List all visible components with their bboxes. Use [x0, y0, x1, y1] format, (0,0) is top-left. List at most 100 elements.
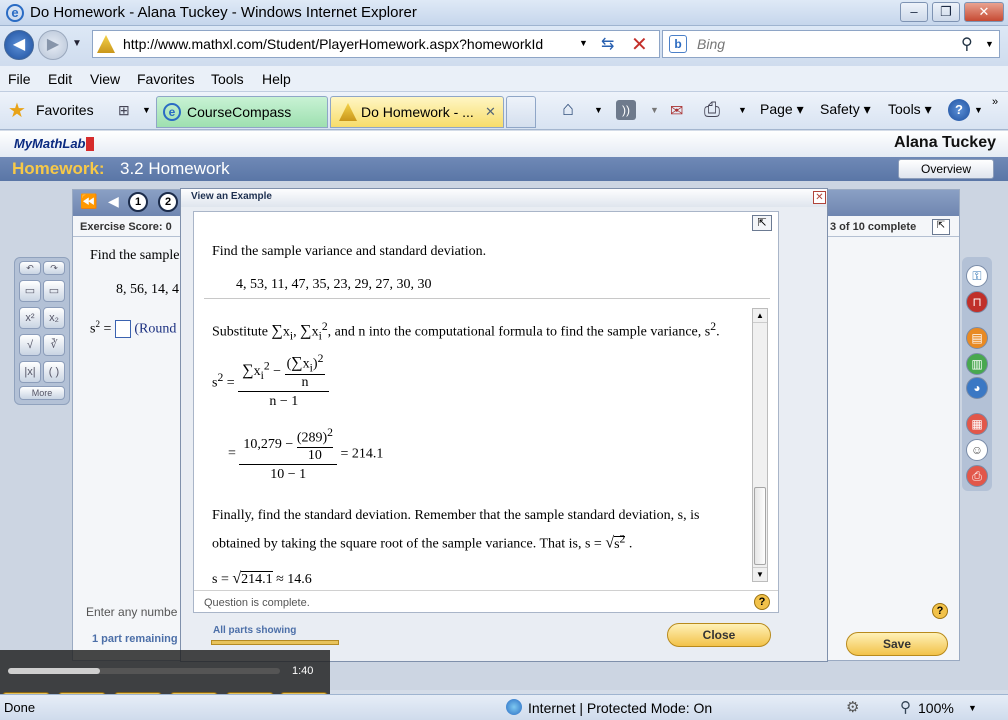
example-popout-icon[interactable]: ⇱	[752, 215, 772, 231]
sidebar-printer-icon[interactable]: ⎙	[966, 465, 988, 487]
print-icon[interactable]: ⎙	[704, 99, 720, 122]
tab-label: CourseCompass	[187, 104, 292, 120]
scroll-thumb[interactable]	[754, 487, 766, 565]
part-2-icon[interactable]: 2	[158, 192, 178, 212]
scroll-up-icon[interactable]: ▲	[753, 309, 767, 323]
close-tab-icon[interactable]: ✕	[485, 97, 496, 127]
example-help-icon[interactable]: ?	[754, 594, 770, 610]
print-dropdown-icon[interactable]: ▼	[738, 105, 747, 115]
menu-view[interactable]: View	[90, 71, 120, 87]
new-tab-button[interactable]	[506, 96, 536, 128]
compatibility-icon[interactable]: ⇆	[601, 34, 614, 54]
address-dropdown-icon[interactable]: ▼	[579, 38, 588, 48]
previous-question-icon[interactable]: ◀	[108, 193, 119, 210]
feeds-icon[interactable]: ))	[616, 100, 636, 120]
address-bar[interactable]: http://www.mathxl.com/Student/PlayerHome…	[92, 30, 660, 58]
search-icon[interactable]: ⚲	[961, 34, 973, 54]
menu-edit[interactable]: Edit	[48, 71, 72, 87]
example-scrollbar[interactable]: ▲ ▼	[752, 308, 768, 582]
security-zone[interactable]: Internet | Protected Mode: On	[528, 700, 712, 716]
close-button[interactable]: Close	[667, 623, 771, 647]
url-text[interactable]: http://www.mathxl.com/Student/PlayerHome…	[123, 36, 593, 52]
status-text: Done	[4, 700, 36, 715]
safety-menu-label: Safety	[820, 101, 860, 117]
forward-button[interactable]: ▶	[38, 30, 68, 60]
stop-icon[interactable]: ✕	[631, 32, 648, 57]
brand-logo-mark	[86, 137, 94, 151]
help-dropdown-icon[interactable]: ▼	[974, 105, 983, 115]
example-close-icon[interactable]: ✕	[813, 191, 826, 204]
search-input[interactable]: Bing	[697, 36, 725, 52]
back-button[interactable]: ◀	[4, 30, 34, 60]
video-icon[interactable]: ▥	[966, 353, 988, 375]
home-dropdown-icon[interactable]: ▼	[594, 105, 603, 115]
favorites-button[interactable]: Favorites	[36, 102, 94, 118]
protected-mode-icon[interactable]: ⚙	[846, 698, 859, 716]
help-icon[interactable]: ?	[948, 99, 970, 121]
absolute-value-palette-icon[interactable]: |x|	[19, 361, 41, 383]
exponent-palette-icon[interactable]: x²	[19, 307, 41, 329]
home-icon[interactable]: ⌂	[562, 98, 574, 121]
nth-root-palette-icon[interactable]: ∛	[43, 334, 65, 356]
question-complete-text: Question is complete.	[204, 597, 310, 609]
favorites-star-icon[interactable]: ★	[8, 98, 26, 123]
tools-menu[interactable]: Tools ▾	[888, 101, 932, 118]
bing-icon: b	[669, 35, 687, 53]
question-stem: Find the sample	[90, 248, 180, 263]
search-dropdown-icon[interactable]: ▼	[985, 39, 994, 49]
formula-n: n	[284, 374, 326, 391]
menu-help[interactable]: Help	[262, 71, 291, 87]
close-window-button[interactable]: ✕	[964, 2, 1004, 22]
key-icon[interactable]: ⚿	[966, 265, 988, 287]
part-1-icon[interactable]: 1	[128, 192, 148, 212]
scroll-down-icon[interactable]: ▼	[753, 567, 767, 581]
overview-button[interactable]: Overview	[898, 159, 994, 179]
page-menu-label: Page	[760, 101, 793, 117]
calc-n: 10	[296, 446, 333, 464]
quick-tabs-icon[interactable]: ⊞	[118, 102, 130, 119]
tab-list-dropdown-icon[interactable]: ▼	[142, 105, 151, 115]
animation-icon[interactable]: ◕	[966, 377, 988, 399]
calc-sum-squares: 10,279 −	[243, 437, 294, 453]
feeds-dropdown-icon[interactable]: ▼	[650, 105, 659, 115]
sidebar-instructor-icon[interactable]: ☺	[966, 439, 988, 461]
tab-do-homework[interactable]: Do Homework - ... ✕	[330, 96, 504, 128]
menu-file[interactable]: File	[8, 71, 31, 87]
mixed-number-palette-icon[interactable]: ▭	[43, 280, 65, 302]
parentheses-palette-icon[interactable]: ( )	[43, 361, 65, 383]
tab-coursecompass[interactable]: e CourseCompass	[156, 96, 328, 128]
formula-denominator: n − 1	[238, 391, 330, 410]
seek-progress	[8, 668, 100, 674]
answer-input[interactable]	[114, 320, 131, 339]
mail-icon[interactable]: ✉	[670, 101, 683, 121]
safety-menu[interactable]: Safety ▾	[820, 101, 871, 118]
subscript-palette-icon[interactable]: x₂	[43, 307, 65, 329]
tools-menu-label: Tools	[888, 101, 921, 117]
final-text-2: obtained by taking the square root of th…	[212, 536, 602, 552]
zoom-level[interactable]: 100%	[918, 700, 954, 716]
sqrt-palette-icon[interactable]: √	[19, 334, 41, 356]
redo-palette-icon[interactable]: ↷	[43, 261, 65, 275]
zoom-icon[interactable]: ⚲	[900, 698, 911, 716]
maximize-button[interactable]: ❐	[932, 2, 960, 22]
undo-palette-icon[interactable]: ↶	[19, 261, 41, 275]
final-text-1: Finally, find the standard deviation. Re…	[212, 508, 700, 523]
zoom-dropdown-icon[interactable]: ▼	[968, 703, 977, 713]
homework-tab-icon	[339, 103, 357, 121]
history-dropdown-icon[interactable]: ▼	[72, 38, 82, 49]
minimize-button[interactable]: –	[900, 2, 928, 22]
save-button[interactable]: Save	[846, 632, 948, 656]
page-menu[interactable]: Page ▾	[760, 101, 804, 118]
more-palette-button[interactable]: More	[19, 386, 65, 400]
help-question-icon[interactable]: ?	[932, 603, 948, 619]
menu-tools[interactable]: Tools	[211, 71, 244, 87]
textbook-icon[interactable]: ▤	[966, 327, 988, 349]
menu-favorites[interactable]: Favorites	[137, 71, 195, 87]
sidebar-calculator-icon[interactable]: ▦	[966, 413, 988, 435]
lock-icon[interactable]: ⊓	[966, 291, 988, 313]
search-box[interactable]: b Bing ⚲ ▼	[662, 30, 1000, 58]
toolbar-overflow-icon[interactable]: »	[992, 96, 998, 108]
fraction-palette-icon[interactable]: ▭	[19, 280, 41, 302]
popout-icon[interactable]: ⇱	[932, 219, 950, 235]
first-question-icon[interactable]: ⏪	[80, 193, 97, 210]
